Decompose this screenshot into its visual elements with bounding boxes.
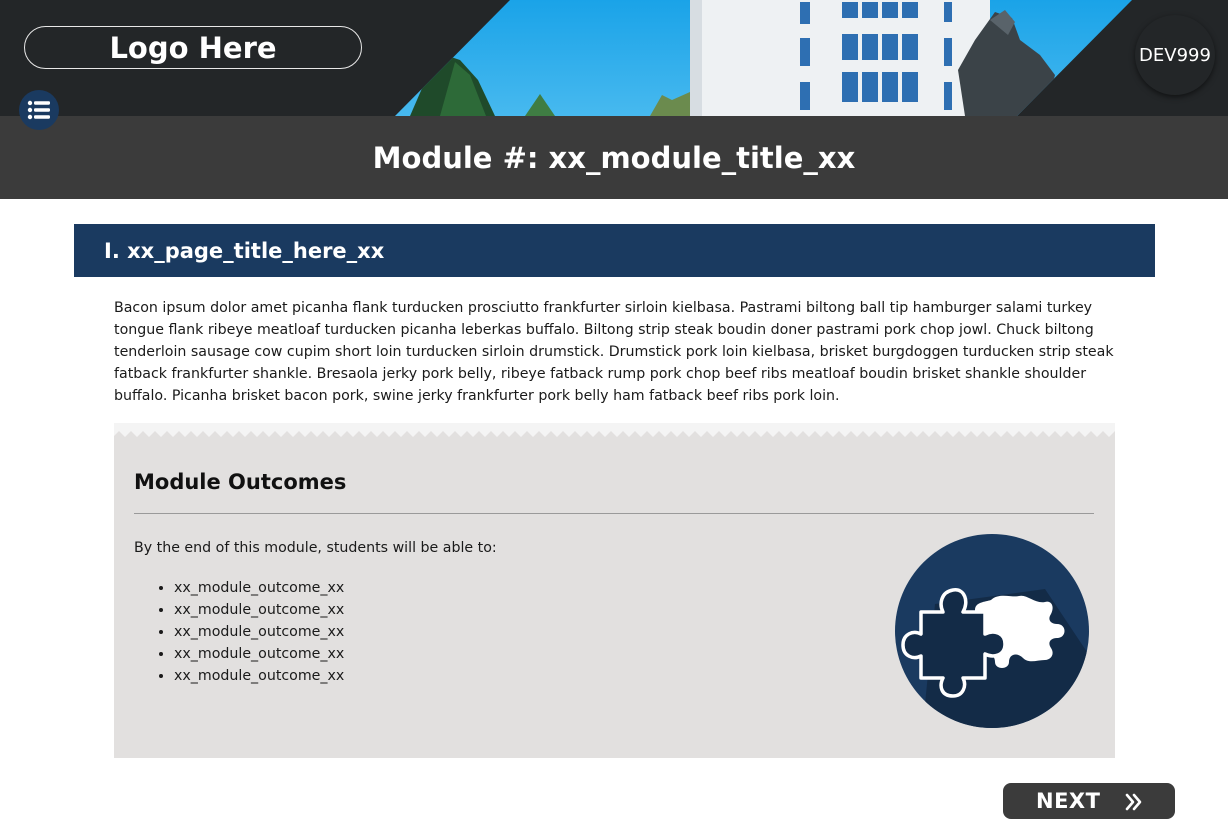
outcomes-lead: By the end of this module, students will…: [134, 540, 497, 556]
outcomes-divider: [134, 513, 1094, 514]
page-title: I. xx_page_title_here_xx: [74, 224, 1155, 277]
logo-placeholder[interactable]: Logo Here: [24, 26, 362, 69]
double-chevron-right-icon: [1125, 793, 1142, 811]
next-button[interactable]: NEXT: [1003, 783, 1175, 819]
list-item: xx_module_outcome_xx: [174, 621, 344, 643]
outcomes-heading: Module Outcomes: [134, 470, 347, 494]
next-button-label: NEXT: [1036, 789, 1101, 813]
list-icon: [27, 100, 50, 120]
course-code-badge: DEV999: [1135, 15, 1215, 95]
menu-button[interactable]: [19, 90, 59, 130]
module-outcomes-panel: Module Outcomes By the end of this modul…: [114, 423, 1115, 758]
site-header: Logo Here DEV999: [0, 0, 1228, 116]
intro-paragraph: Bacon ipsum dolor amet picanha flank tur…: [114, 300, 1114, 404]
outcomes-list: xx_module_outcome_xx xx_module_outcome_x…: [134, 577, 344, 687]
puzzle-piece-icon: [895, 534, 1089, 728]
module-title-bar: Module #: xx_module_title_xx: [0, 116, 1228, 199]
list-item: xx_module_outcome_xx: [174, 665, 344, 687]
list-item: xx_module_outcome_xx: [174, 599, 344, 621]
course-code-label: DEV999: [1139, 44, 1211, 66]
module-title: Module #: xx_module_title_xx: [372, 140, 856, 175]
zigzag-edge: [114, 423, 1115, 437]
list-item: xx_module_outcome_xx: [174, 643, 344, 665]
list-item: xx_module_outcome_xx: [174, 577, 344, 599]
